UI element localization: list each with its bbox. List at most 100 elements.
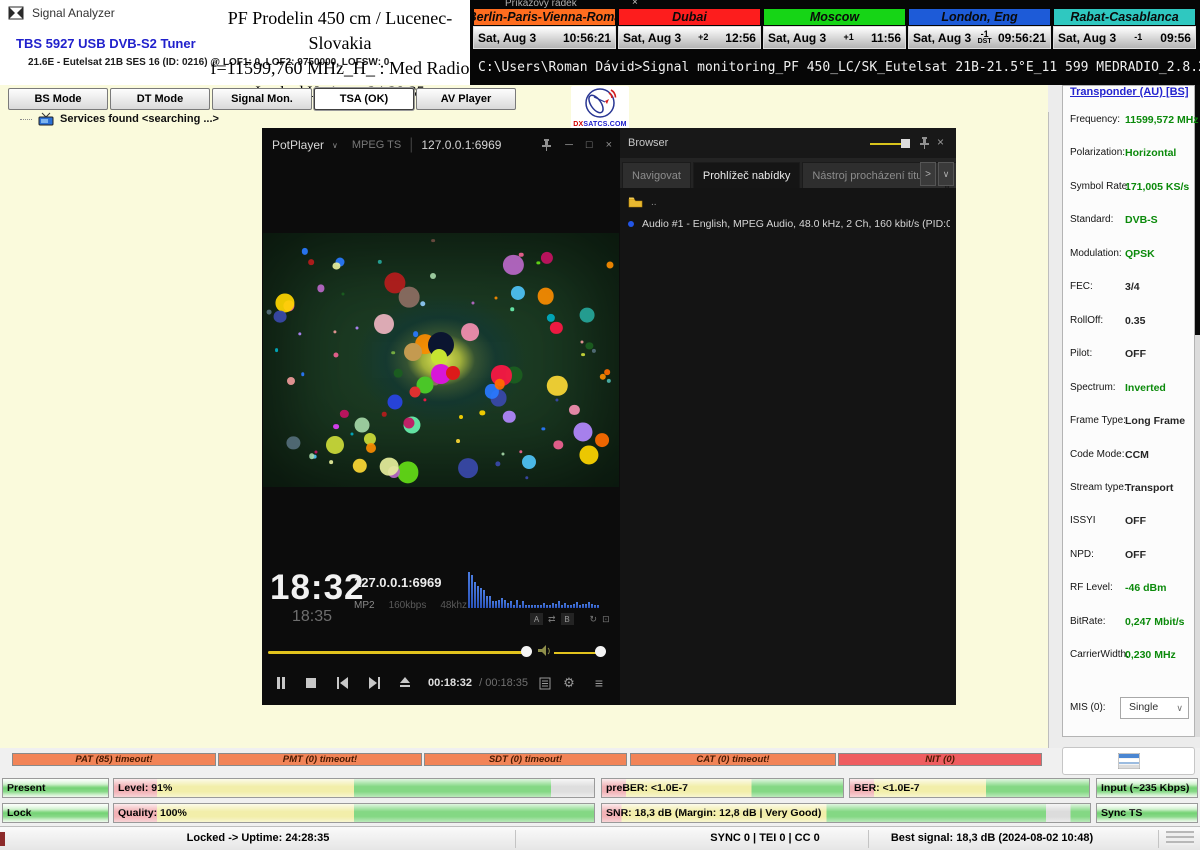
browser-up-item[interactable]: .. [628, 196, 657, 208]
pin-icon[interactable] [919, 137, 930, 150]
ab-repeat-a-button[interactable]: A [530, 613, 543, 625]
eject-button[interactable] [390, 665, 420, 700]
sidebar-row-label: Spectrum: [1070, 382, 1116, 393]
clock-city-label: London, Eng [908, 8, 1051, 26]
video-dot [595, 433, 609, 447]
stream-list-button[interactable] [1062, 747, 1195, 775]
browser-opacity-handle[interactable] [901, 139, 910, 148]
volume-bar[interactable] [554, 652, 600, 654]
browser-tab-2[interactable]: Prohlížeč nabídky [693, 162, 800, 188]
clock-offset: +2 [698, 34, 708, 41]
tree-service-item[interactable]: Services found <searching ...> [20, 112, 219, 126]
repeat-icon[interactable]: ↻ [590, 614, 598, 625]
lock-indicator: Lock [2, 803, 109, 823]
spectrum-bar [522, 601, 524, 608]
browser-tab-1[interactable]: Navigovat [622, 162, 691, 188]
spectrum-bar [531, 605, 533, 608]
sidebar-row-label: Polarization: [1070, 147, 1125, 158]
spectrum-bar [597, 605, 599, 608]
status-uptime: Locked -> Uptime: 24:28:35 [187, 832, 330, 844]
spectrum-bar [507, 603, 509, 608]
clock-city-label: Moscow [763, 8, 906, 26]
close-icon[interactable]: × [632, 0, 638, 8]
playlist-button[interactable] [534, 671, 556, 695]
browser-audio-item[interactable]: Audio #1 - English, MPEG Audio, 48.0 kHz… [628, 218, 950, 230]
clock-time-row: Sat, Aug 3-1DST09:56:21 [908, 26, 1051, 49]
video-dot [430, 273, 436, 279]
ab-repeat-b-button[interactable]: B [561, 613, 574, 625]
settings-gear-icon[interactable]: ⚙ [558, 671, 580, 695]
seek-thumb[interactable] [521, 646, 532, 657]
spectrum-bar [477, 586, 479, 608]
previous-button[interactable] [327, 665, 357, 700]
clock-offset-value: -1 [1134, 34, 1142, 41]
seek-bar[interactable] [268, 651, 526, 654]
video-canvas[interactable] [263, 233, 619, 487]
spectrum-bar [483, 590, 485, 608]
player-codec-info: MP2 160kbps 48khz [354, 600, 467, 611]
video-dot [574, 422, 593, 441]
track-bullet-icon [628, 221, 634, 227]
app-title: Signal Analyzer [32, 6, 115, 20]
volume-thumb[interactable] [595, 646, 606, 657]
spectrum-bar [501, 598, 503, 608]
video-dot [309, 454, 315, 460]
status-best-signal: Best signal: 18,3 dB (2024-08-02 10:48) [891, 832, 1093, 844]
sidebar-row-value: DVB-S [1125, 214, 1158, 226]
video-dot [333, 263, 340, 270]
browser-opacity-slider[interactable] [870, 143, 903, 145]
stop-button[interactable] [296, 665, 326, 700]
minimize-button[interactable]: ─ [565, 139, 573, 151]
menu-button[interactable]: ≡ [588, 671, 610, 695]
video-dot [606, 261, 613, 268]
player-info-url: 127.0.0.1:6969 [354, 575, 441, 590]
video-dot [352, 459, 366, 473]
sync-ts-bar: Sync TS [1096, 803, 1198, 823]
video-dot [356, 326, 359, 329]
next-button[interactable] [359, 665, 389, 700]
expand-icon[interactable]: ⊡ [602, 614, 610, 625]
clock-time: 09:56 [1160, 31, 1191, 45]
toolbar-button-av-player[interactable]: AV Player [416, 88, 516, 110]
sidebar-row: Standard:DVB-S [1063, 214, 1194, 228]
resize-grip[interactable] [1166, 831, 1194, 845]
toolbar-button-tsa-ok-[interactable]: TSA (OK) [314, 88, 414, 110]
spectrum-bar [471, 575, 473, 608]
pause-button[interactable] [266, 665, 296, 700]
mis-value: Single [1129, 701, 1158, 713]
clock-date: Sat, Aug 3 [478, 31, 536, 45]
toolbar-button-signal-mon-[interactable]: Signal Mon. [212, 88, 312, 110]
clock-city-label: Rabat-Casablanca [1053, 8, 1196, 26]
video-dot [541, 252, 553, 264]
pin-icon[interactable] [541, 139, 552, 152]
player-app-name[interactable]: PotPlayer [272, 138, 324, 152]
tabs-dropdown-button[interactable]: ∨ [938, 162, 954, 186]
browser-content: .. Audio #1 - English, MPEG Audio, 48.0 … [620, 188, 956, 705]
snr-bar: SNR: 18,3 dB (Margin: 12,8 dB | Very Goo… [601, 803, 1091, 823]
volume-icon[interactable] [538, 645, 552, 657]
spectrum-bar [582, 604, 584, 608]
sidebar-row-value: Horizontal [1125, 147, 1176, 159]
close-icon[interactable]: × [937, 135, 944, 149]
sidebar-row-value: 0,247 Mbit/s [1125, 616, 1185, 628]
sidebar-row: BitRate: 0,247 Mbit/s [1063, 616, 1194, 630]
sidebar-row-value: CCM [1125, 449, 1149, 461]
console-command: C:\Users\Roman Dávid>Signal monitoring_P… [478, 60, 1200, 75]
sidebar-row-value: Inverted [1125, 382, 1166, 394]
sidebar-row-label: BitRate: [1070, 616, 1106, 627]
app-titlebar: Signal Analyzer [8, 6, 115, 20]
world-clocks: Berlin-Paris-Vienna-RomaSat, Aug 310:56:… [473, 8, 1196, 49]
tabs-overflow-button[interactable]: > [920, 162, 936, 186]
maximize-button[interactable]: □ [586, 139, 593, 151]
video-dot [318, 285, 325, 292]
shuffle-icon[interactable]: ⇄ [548, 614, 556, 625]
bitrate-label: 160kbps [389, 600, 427, 611]
close-button[interactable]: × [606, 139, 612, 151]
player-stream-url: 127.0.0.1:6969 [421, 138, 501, 152]
toolbar-button-dt-mode[interactable]: DT Mode [110, 88, 210, 110]
mis-dropdown[interactable]: Single ∨ [1120, 697, 1189, 719]
spectrum-bar [492, 601, 494, 608]
status-divider [515, 830, 516, 848]
toolbar-button-bs-mode[interactable]: BS Mode [8, 88, 108, 110]
video-dot [341, 293, 344, 296]
